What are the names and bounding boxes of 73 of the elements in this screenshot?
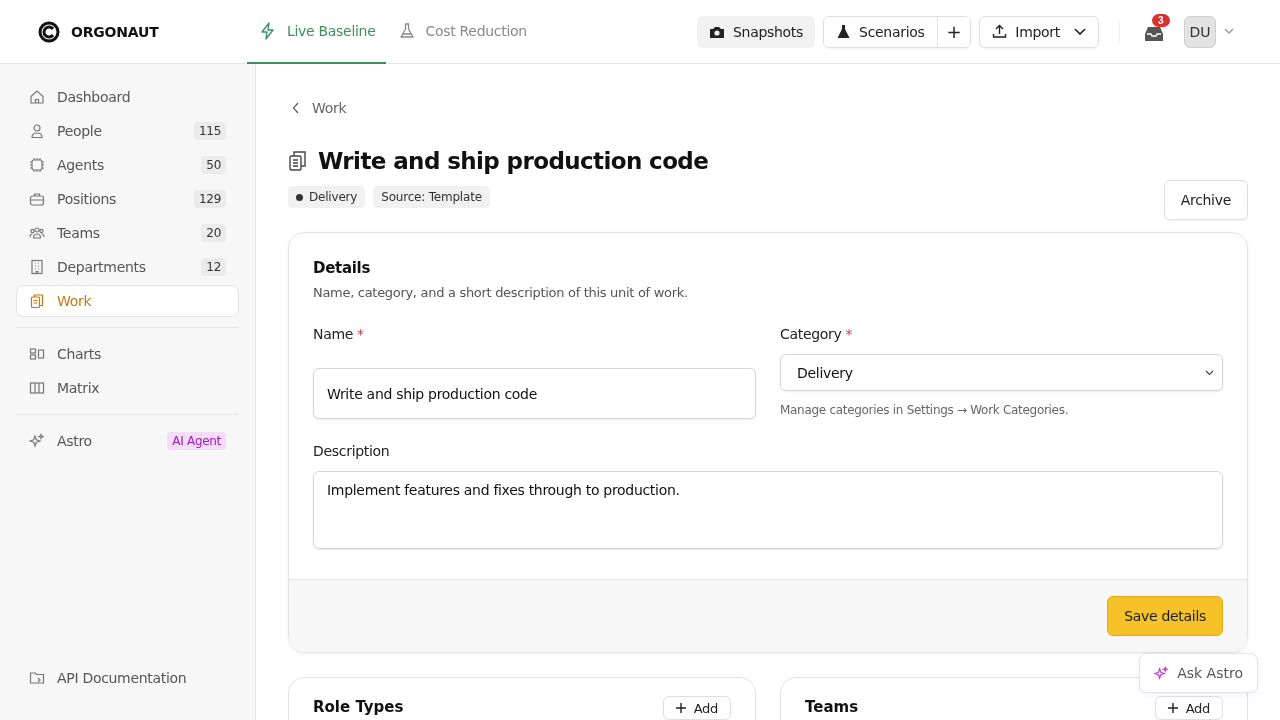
back-link[interactable]: Work xyxy=(292,100,347,116)
required-mark: * xyxy=(845,326,853,342)
add-button[interactable]: Add xyxy=(662,696,731,720)
count-badge: 129 xyxy=(194,190,226,208)
count-badge: 20 xyxy=(201,224,226,242)
sidebar-item[interactable]: Positions 129 xyxy=(16,183,239,215)
camera-icon xyxy=(709,24,725,39)
tab[interactable]: Cost Reduction xyxy=(385,0,537,64)
ask-astro-button[interactable]: Ask Astro xyxy=(1139,653,1258,693)
add-scenario-button[interactable]: + xyxy=(936,16,971,47)
folder-icon xyxy=(29,670,45,686)
user-avatar[interactable]: DU xyxy=(1184,15,1216,48)
count-badge: 50 xyxy=(201,156,226,174)
sidebar-item[interactable]: People 115 xyxy=(16,115,239,147)
sparkle-icon xyxy=(29,433,45,449)
tag: Delivery xyxy=(288,186,366,208)
sidebar-item[interactable]: Astro AI Agent xyxy=(16,425,239,457)
sparkle-icon xyxy=(1154,665,1170,681)
field-hint: Manage categories in Settings → Work Categories. xyxy=(780,403,1070,417)
chevron-down-icon xyxy=(1074,27,1086,36)
flask-icon xyxy=(836,24,852,39)
home-icon xyxy=(29,89,45,105)
sidebar-item[interactable]: Dashboard xyxy=(16,81,239,113)
ai-agent-badge: AI Agent xyxy=(167,432,226,450)
clipboard-icon xyxy=(288,150,308,172)
card-title: Teams xyxy=(805,698,859,716)
save-details-button[interactable]: Save details xyxy=(1107,596,1223,636)
section-description: Name, category, and a short description of this unit of work. xyxy=(313,285,689,300)
count-badge: 12 xyxy=(201,258,226,276)
field-label: Description xyxy=(313,443,390,459)
count-badge: 115 xyxy=(194,122,226,140)
category-select[interactable]: Delivery xyxy=(780,354,1223,391)
clipboard-icon xyxy=(29,293,45,309)
inbox-button[interactable]: 3 xyxy=(1140,14,1172,49)
sidebar-item[interactable]: Agents 50 xyxy=(16,149,239,181)
person-icon xyxy=(29,123,45,139)
team-icon xyxy=(29,225,45,241)
brand-name: ORGONAUT xyxy=(71,23,159,40)
columns-icon xyxy=(29,380,45,396)
import-button[interactable]: Import xyxy=(979,15,1099,48)
tag: Source: Template xyxy=(373,186,490,208)
plus-icon xyxy=(675,703,686,713)
sidebar-item[interactable]: Charts xyxy=(16,338,239,370)
description-textarea[interactable]: Implement features and fixes through to production. xyxy=(313,471,1223,549)
section-title: Details xyxy=(313,259,372,277)
sidebar-item[interactable]: Work xyxy=(16,285,239,317)
field-label: Category xyxy=(780,326,842,342)
briefcase-icon xyxy=(29,191,45,207)
sidebar-item[interactable]: Departments 12 xyxy=(16,251,239,283)
page-title: Write and ship production code xyxy=(318,148,709,174)
chevron-down-icon xyxy=(1205,369,1214,376)
building-icon xyxy=(29,259,45,275)
inbox-icon xyxy=(1144,26,1164,42)
card-title: Role Types xyxy=(313,698,404,716)
chart-icon xyxy=(29,346,45,362)
plus-icon xyxy=(1167,703,1178,713)
snapshots-button[interactable]: Snapshots xyxy=(697,15,816,48)
field-label: Name xyxy=(313,326,354,342)
api-documentation-link[interactable]: API Documentation xyxy=(16,662,239,694)
scenarios-button[interactable]: Scenarios xyxy=(824,16,937,47)
chevron-left-icon xyxy=(292,102,300,114)
required-mark: * xyxy=(357,326,364,342)
logo-icon xyxy=(38,20,60,43)
add-button[interactable]: Add xyxy=(1154,696,1223,720)
chevron-down-icon[interactable] xyxy=(1224,28,1234,35)
sidebar-item[interactable]: Matrix xyxy=(16,372,239,404)
name-input[interactable]: Write and ship production code xyxy=(313,368,756,419)
tab[interactable]: Live Baseline xyxy=(247,0,386,64)
sidebar-item[interactable]: Teams 20 xyxy=(16,217,239,249)
archive-button[interactable]: Archive xyxy=(1163,180,1248,220)
upload-icon xyxy=(992,24,1008,39)
chip-icon xyxy=(29,157,45,173)
notification-badge: 3 xyxy=(1152,14,1170,27)
